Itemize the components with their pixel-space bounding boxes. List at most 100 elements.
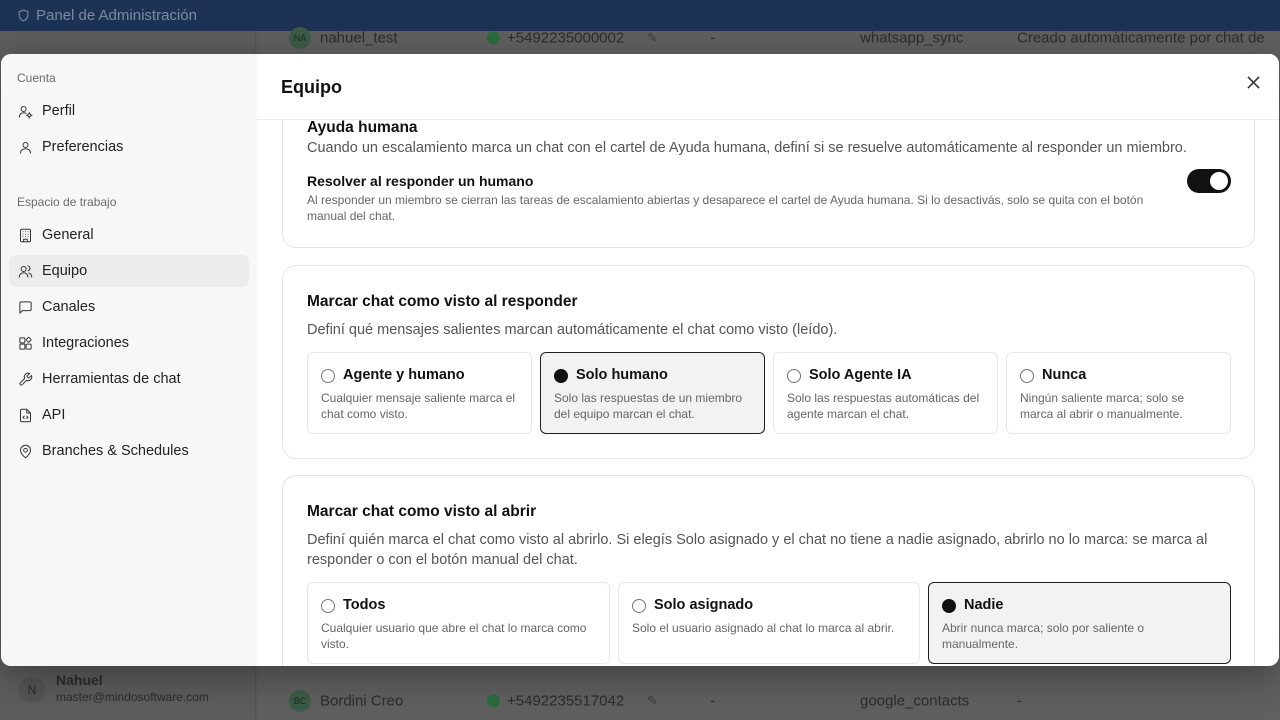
sidebar-item-branches[interactable]: Branches & Schedules xyxy=(9,435,249,467)
contact-note: Creado automáticamente por chat de xyxy=(1017,29,1265,47)
sidebar-item-label: API xyxy=(42,407,66,423)
radio-button xyxy=(1020,369,1034,383)
table-row: NA nahuel_test +5492235000002 ✎ - whatsa… xyxy=(257,18,1280,58)
sidebar-item-label: Preferencias xyxy=(42,139,124,155)
chat-icon xyxy=(19,300,32,314)
whatsapp-icon xyxy=(487,31,500,45)
option-everyone[interactable]: Todos Cualquier usuario que abre el chat… xyxy=(307,582,610,664)
settings-modal: Cuenta Perfil Preferencias Espacio de tr… xyxy=(1,54,1279,666)
option-description: Cualquier mensaje saliente marca el chat… xyxy=(321,391,516,421)
modal-header: Equipo xyxy=(257,54,1279,120)
option-description: Abrir nunca marca; solo por saliente o m… xyxy=(942,621,1145,651)
building-icon xyxy=(20,228,31,242)
option-nobody[interactable]: Nadie Abrir nunca marca; solo por salien… xyxy=(928,582,1231,664)
wrench-icon xyxy=(19,372,33,386)
pencil-icon: ✎ xyxy=(647,693,658,708)
radio-button xyxy=(942,599,956,613)
sidebar-item-label: Perfil xyxy=(42,103,76,119)
app-title-text: Panel de Administración xyxy=(36,7,197,24)
option-description: Solo las respuestas automáticas del agen… xyxy=(787,391,980,421)
sidebar-item-general[interactable]: General xyxy=(9,219,249,251)
contact-phone: +5492235517042 xyxy=(507,692,625,710)
sidebar-item-integraciones[interactable]: Integraciones xyxy=(9,327,249,359)
radio-button xyxy=(787,369,801,383)
shield-icon xyxy=(18,9,29,22)
resolve-on-reply-toggle[interactable] xyxy=(1187,169,1231,193)
current-user: N Nahuel master@mindosoftware.com xyxy=(19,670,259,710)
card-title: Marcar chat como visto al responder xyxy=(307,293,578,310)
sidebar-item-label: General xyxy=(42,227,94,243)
users-icon xyxy=(18,264,33,278)
user-name: Nahuel xyxy=(56,672,103,688)
option-label: Solo asignado xyxy=(654,597,754,613)
radio-button xyxy=(321,369,335,383)
card-title: Marcar chat como visto al abrir xyxy=(307,503,537,520)
toggle-title: Resolver al responder un humano xyxy=(307,173,534,189)
toggle-knob xyxy=(1210,172,1228,190)
sidebar-item-label: Canales xyxy=(42,299,96,315)
user-cog-icon xyxy=(18,105,33,119)
user-icon xyxy=(20,141,31,154)
option-description: Cualquier usuario que abre el chat lo ma… xyxy=(321,621,587,651)
sidebar-section-workspace: Espacio de trabajo xyxy=(17,195,117,209)
mark-seen-on-reply-card: Marcar chat como visto al responder Defi… xyxy=(282,265,1255,459)
option-agent-and-human[interactable]: Agente y humano Cualquier mensaje salien… xyxy=(307,352,532,434)
card-description: Cuando un escalamiento marca un chat con… xyxy=(307,140,1187,156)
contact-phone: +5492235000002 xyxy=(507,29,625,47)
sidebar-item-label: Herramientas de chat xyxy=(42,371,181,387)
card-description: Definí quién marca el chat como visto al… xyxy=(307,532,1208,568)
whatsapp-icon xyxy=(487,694,500,708)
card-description: Definí qué mensajes salientes marcan aut… xyxy=(307,322,838,338)
avatar: BC xyxy=(289,690,311,712)
option-label: Todos xyxy=(343,597,386,613)
user-avatar: N xyxy=(19,677,45,703)
option-label: Solo Agente IA xyxy=(809,367,912,383)
page-title: Equipo xyxy=(281,77,342,97)
sidebar-item-equipo[interactable]: Equipo xyxy=(9,255,249,287)
option-description: Ningún saliente marca; solo se marca al … xyxy=(1020,391,1185,421)
sidebar-section-account: Cuenta xyxy=(17,71,56,85)
contact-name: nahuel_test xyxy=(320,29,398,47)
settings-content: Equipo Ayuda humana Cuando un escalamien… xyxy=(257,54,1279,666)
blocks-icon xyxy=(19,336,32,350)
sidebar-item-herramientas[interactable]: Herramientas de chat xyxy=(9,363,249,395)
option-label: Nadie xyxy=(964,597,1004,613)
contact-name: Bordini Creo xyxy=(320,692,404,710)
map-pin-icon xyxy=(20,444,31,458)
option-description: Solo el usuario asignado al chat lo marc… xyxy=(632,621,895,635)
toggle-description: Al responder un miembro se cierran las t… xyxy=(307,193,1144,223)
sidebar-item-label: Equipo xyxy=(42,263,88,279)
human-help-card: Ayuda humana Cuando un escalamiento marc… xyxy=(282,120,1255,248)
close-icon xyxy=(1246,75,1260,89)
option-label: Agente y humano xyxy=(343,367,465,383)
option-ai-agent-only[interactable]: Solo Agente IA Solo las respuestas autom… xyxy=(773,352,998,434)
radio-button xyxy=(632,599,646,613)
option-label: Nunca xyxy=(1042,367,1087,383)
contact-note: - xyxy=(1017,692,1022,710)
contact-field: - xyxy=(710,692,715,710)
sidebar-item-api[interactable]: API xyxy=(9,399,249,431)
option-human-only[interactable]: Solo humano Solo las respuestas de un mi… xyxy=(540,352,765,434)
settings-scroll-area[interactable]: Ayuda humana Cuando un escalamiento marc… xyxy=(257,120,1279,666)
user-email: master@mindosoftware.com xyxy=(56,690,209,704)
sidebar-item-perfil[interactable]: Perfil xyxy=(9,95,249,127)
settings-sidebar: Cuenta Perfil Preferencias Espacio de tr… xyxy=(1,54,257,666)
radio-button xyxy=(554,369,568,383)
avatar: NA xyxy=(289,27,311,49)
option-description: Solo las respuestas de un miembro del eq… xyxy=(554,391,743,421)
contact-source: whatsapp_sync xyxy=(860,29,964,47)
option-never[interactable]: Nunca Ningún saliente marca; solo se mar… xyxy=(1006,352,1231,434)
app-title: Panel de Administración xyxy=(17,7,197,24)
contact-field: - xyxy=(710,29,715,47)
radio-button xyxy=(321,599,335,613)
sidebar-item-label: Branches & Schedules xyxy=(42,443,189,459)
sidebar-item-preferencias[interactable]: Preferencias xyxy=(9,131,249,163)
mark-seen-on-open-card: Marcar chat como visto al abrir Definí q… xyxy=(282,475,1255,666)
card-title: Ayuda humana xyxy=(307,120,418,136)
sidebar-item-canales[interactable]: Canales xyxy=(9,291,249,323)
option-assigned-only[interactable]: Solo asignado Solo el usuario asignado a… xyxy=(618,582,920,664)
table-row: BC Bordini Creo +5492235517042 ✎ - googl… xyxy=(257,681,1280,720)
close-button[interactable] xyxy=(1241,70,1265,94)
option-label: Solo humano xyxy=(576,367,668,383)
pencil-icon: ✎ xyxy=(647,30,658,45)
